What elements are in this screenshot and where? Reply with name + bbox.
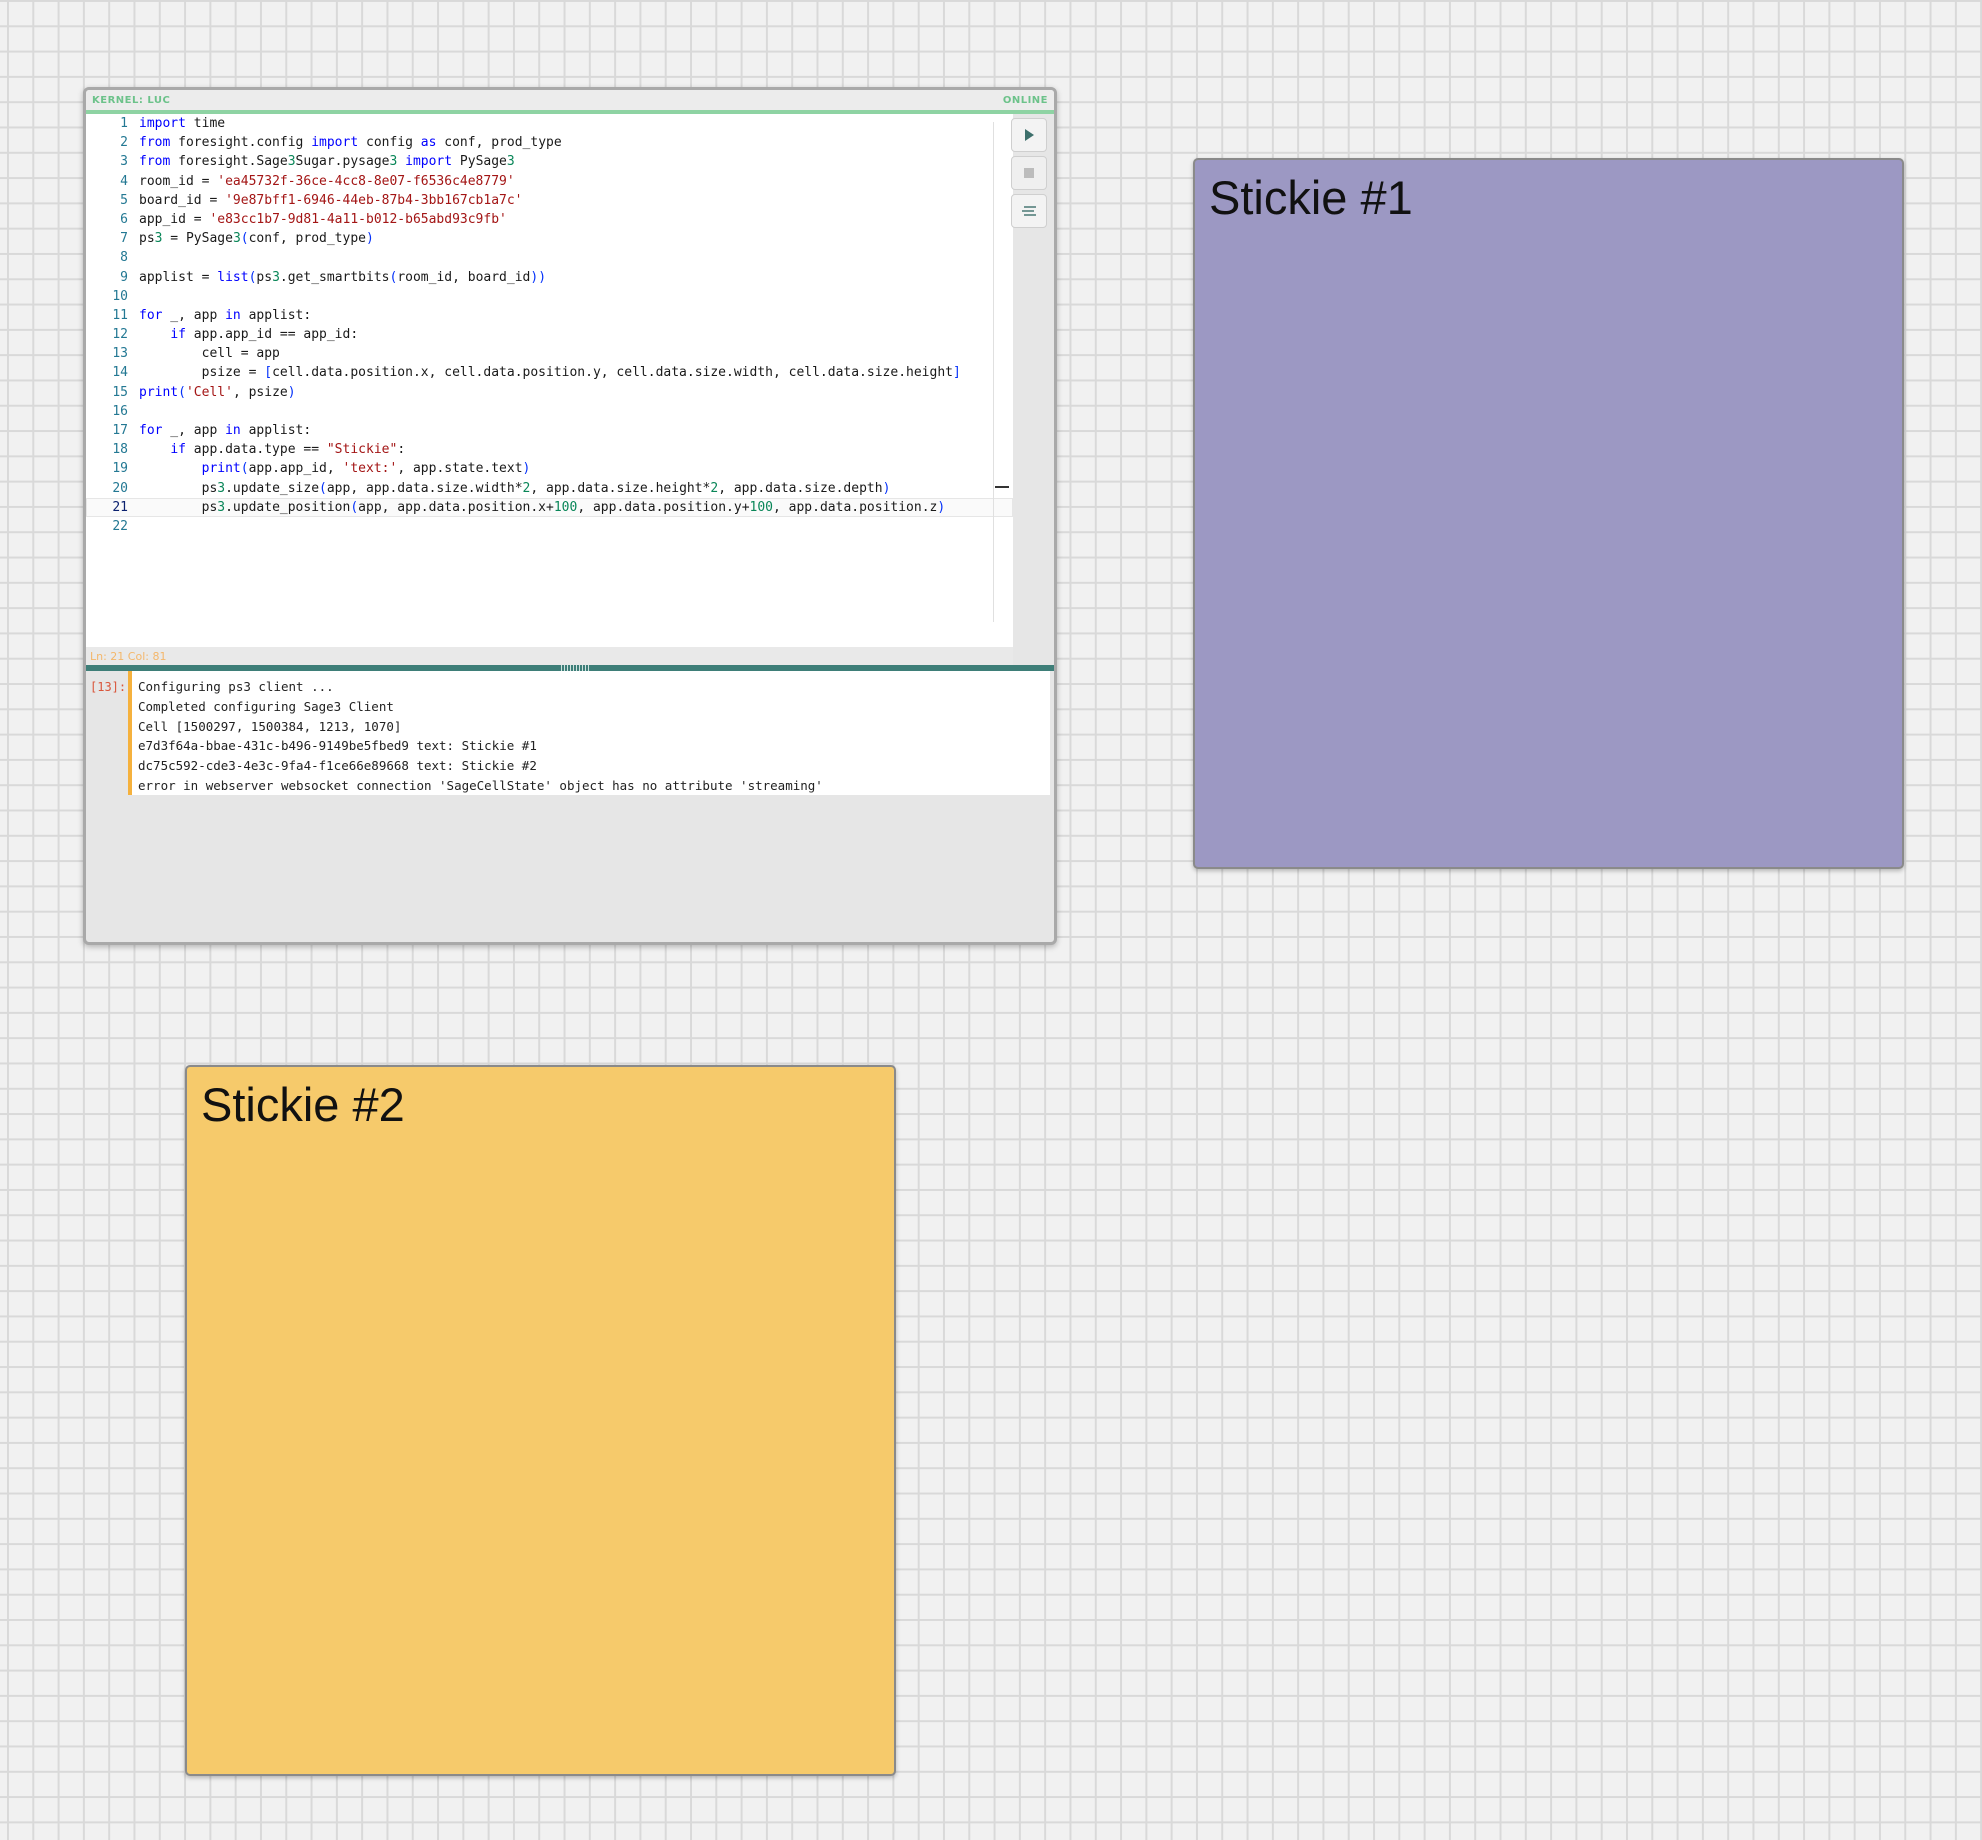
scroll-position-marker — [995, 486, 1009, 488]
code-line[interactable]: 21 ps3.update_position(app, app.data.pos… — [86, 497, 1013, 517]
clear-output-icon — [1022, 206, 1036, 216]
code-text[interactable]: room_id = 'ea45732f-36ce-4cc8-8e07-f6536… — [139, 172, 515, 191]
line-number: 13 — [112, 346, 128, 362]
code-line[interactable]: 15 print('Cell', psize) — [86, 383, 1013, 402]
output-line: dc75c592-cde3-4e3c-9fa4-f1ce66e89668 tex… — [138, 758, 537, 774]
output-line: error in webserver websocket connection … — [138, 777, 823, 793]
line-number: 21 — [112, 499, 128, 515]
code-text[interactable]: cell = app — [139, 344, 280, 363]
cell-header[interactable]: KERNEL: LUC ONLINE — [86, 90, 1054, 114]
kernel-label: KERNEL: LUC — [92, 95, 171, 106]
code-text[interactable]: import time — [139, 114, 225, 133]
line-number: 18 — [112, 442, 128, 458]
code-text[interactable]: for _, app in applist: — [139, 306, 311, 325]
stop-icon — [1024, 168, 1034, 178]
line-number: 22 — [112, 518, 128, 534]
code-text[interactable]: for _, app in applist: — [139, 421, 311, 440]
line-number: 3 — [120, 154, 128, 170]
code-line[interactable]: 7 ps3 = PySage3(conf, prod_type) — [86, 229, 1013, 248]
output-line: Cell [1500297, 1500384, 1213, 1070] — [138, 718, 402, 734]
code-text[interactable]: psize = [cell.data.position.x, cell.data… — [139, 363, 961, 382]
output-box: Configuring ps3 client ... Completed conf… — [128, 671, 1050, 795]
line-number: 10 — [112, 288, 128, 304]
code-line[interactable]: 14 psize = [cell.data.position.x, cell.d… — [86, 363, 1013, 382]
line-number: 14 — [112, 365, 128, 381]
line-number: 11 — [112, 307, 128, 323]
cursor-status-bar: Ln: 21 Col: 81 — [86, 647, 1013, 665]
code-line[interactable]: 12 if app.app_id == app_id: — [86, 325, 1013, 344]
stickie-1[interactable]: Stickie #1 — [1193, 158, 1904, 869]
code-line[interactable]: 11 for _, app in applist: — [86, 306, 1013, 325]
run-button[interactable] — [1011, 118, 1047, 152]
code-text[interactable]: board_id = '9e87bff1-6946-44eb-87b4-3bb1… — [139, 191, 523, 210]
stop-button[interactable] — [1011, 156, 1047, 190]
code-line[interactable]: 6 app_id = 'e83cc1b7-9d81-4a11-b012-b65ab… — [86, 210, 1013, 229]
code-line[interactable]: 17 for _, app in applist: — [86, 421, 1013, 440]
clear-output-button[interactable] — [1011, 194, 1047, 228]
stickie-text[interactable]: Stickie #1 — [1209, 170, 1413, 225]
line-number: 4 — [120, 173, 128, 189]
line-number: 1 — [120, 116, 128, 131]
output-line: e7d3f64a-bbae-431c-b496-9149be5fbed9 tex… — [138, 738, 537, 754]
line-number: 5 — [120, 192, 128, 208]
line-number: 8 — [120, 250, 128, 266]
stickie-text[interactable]: Stickie #2 — [201, 1077, 405, 1132]
line-number: 16 — [112, 403, 128, 419]
code-line[interactable]: 5 board_id = '9e87bff1-6946-44eb-87b4-3bb… — [86, 191, 1013, 210]
line-number: 9 — [120, 269, 128, 285]
line-number: 20 — [112, 480, 128, 496]
line-number: 19 — [112, 461, 128, 477]
code-text[interactable]: from foresight.config import config as c… — [139, 133, 562, 152]
code-line[interactable]: 20 ps3.update_size(app, app.data.size.wi… — [86, 479, 1013, 498]
code-text[interactable]: if app.data.type == "Stickie": — [139, 440, 405, 459]
code-text[interactable]: ps3 = PySage3(conf, prod_type) — [139, 229, 374, 248]
code-text[interactable]: from foresight.Sage3Sugar.pysage3 import… — [139, 152, 515, 171]
line-number: 7 — [120, 231, 128, 247]
code-line[interactable]: 1 import time — [86, 114, 1013, 133]
kernel-status: ONLINE — [1002, 95, 1048, 106]
editor-scrollbar-track[interactable] — [993, 122, 994, 622]
code-line[interactable]: 19 print(app.app_id, 'text:', app.state.… — [86, 459, 1013, 478]
code-text[interactable]: applist = list(ps3.get_smartbits(room_id… — [139, 268, 546, 287]
execution-count: [13]: — [90, 680, 127, 694]
code-line[interactable]: 4 room_id = 'ea45732f-36ce-4cc8-8e07-f653… — [86, 172, 1013, 191]
cursor-position: Ln: 21 Col: 81 — [90, 650, 167, 663]
play-icon — [1025, 129, 1034, 141]
code-text[interactable]: print('Cell', psize) — [139, 383, 296, 402]
code-line[interactable]: 18 if app.data.type == "Stickie": — [86, 440, 1013, 459]
code-text[interactable]: ps3.update_position(app, app.data.positi… — [139, 498, 946, 517]
code-editor[interactable]: 1 import time 2 from foresight.config impor… — [86, 114, 1013, 647]
code-line[interactable]: 10 — [86, 287, 1013, 306]
output-line: Configuring ps3 client ... — [138, 679, 334, 694]
stickie-2[interactable]: Stickie #2 — [185, 1065, 896, 1776]
code-line[interactable]: 3 from foresight.Sage3Sugar.pysage3 impor… — [86, 152, 1013, 171]
code-line[interactable]: 2 from foresight.config import config as … — [86, 133, 1013, 152]
code-line[interactable]: 9 applist = list(ps3.get_smartbits(room_i… — [86, 268, 1013, 287]
output-line: Completed configuring Sage3 Client — [138, 698, 394, 714]
code-line[interactable]: 16 — [86, 402, 1013, 421]
code-line[interactable]: 22 — [86, 517, 1013, 536]
line-number: 17 — [112, 423, 128, 438]
line-number: 6 — [120, 211, 128, 227]
code-line[interactable]: 13 cell = app — [86, 344, 1013, 363]
output-area: [13]: Configuring ps3 client ... Complete… — [86, 671, 1054, 931]
code-text[interactable]: print(app.app_id, 'text:', app.state.tex… — [139, 459, 531, 478]
line-number: 2 — [120, 135, 128, 151]
code-line[interactable]: 8 — [86, 248, 1013, 267]
code-text[interactable]: ps3.update_size(app, app.data.size.width… — [139, 479, 891, 498]
line-number: 12 — [112, 327, 128, 343]
line-number: 15 — [112, 384, 128, 400]
notebook-cell-window[interactable]: KERNEL: LUC ONLINE 1 import time 2 from for… — [83, 87, 1057, 945]
code-text[interactable]: app_id = 'e83cc1b7-9d81-4a11-b012-b65abd… — [139, 210, 507, 229]
code-text[interactable]: if app.app_id == app_id: — [139, 325, 358, 344]
